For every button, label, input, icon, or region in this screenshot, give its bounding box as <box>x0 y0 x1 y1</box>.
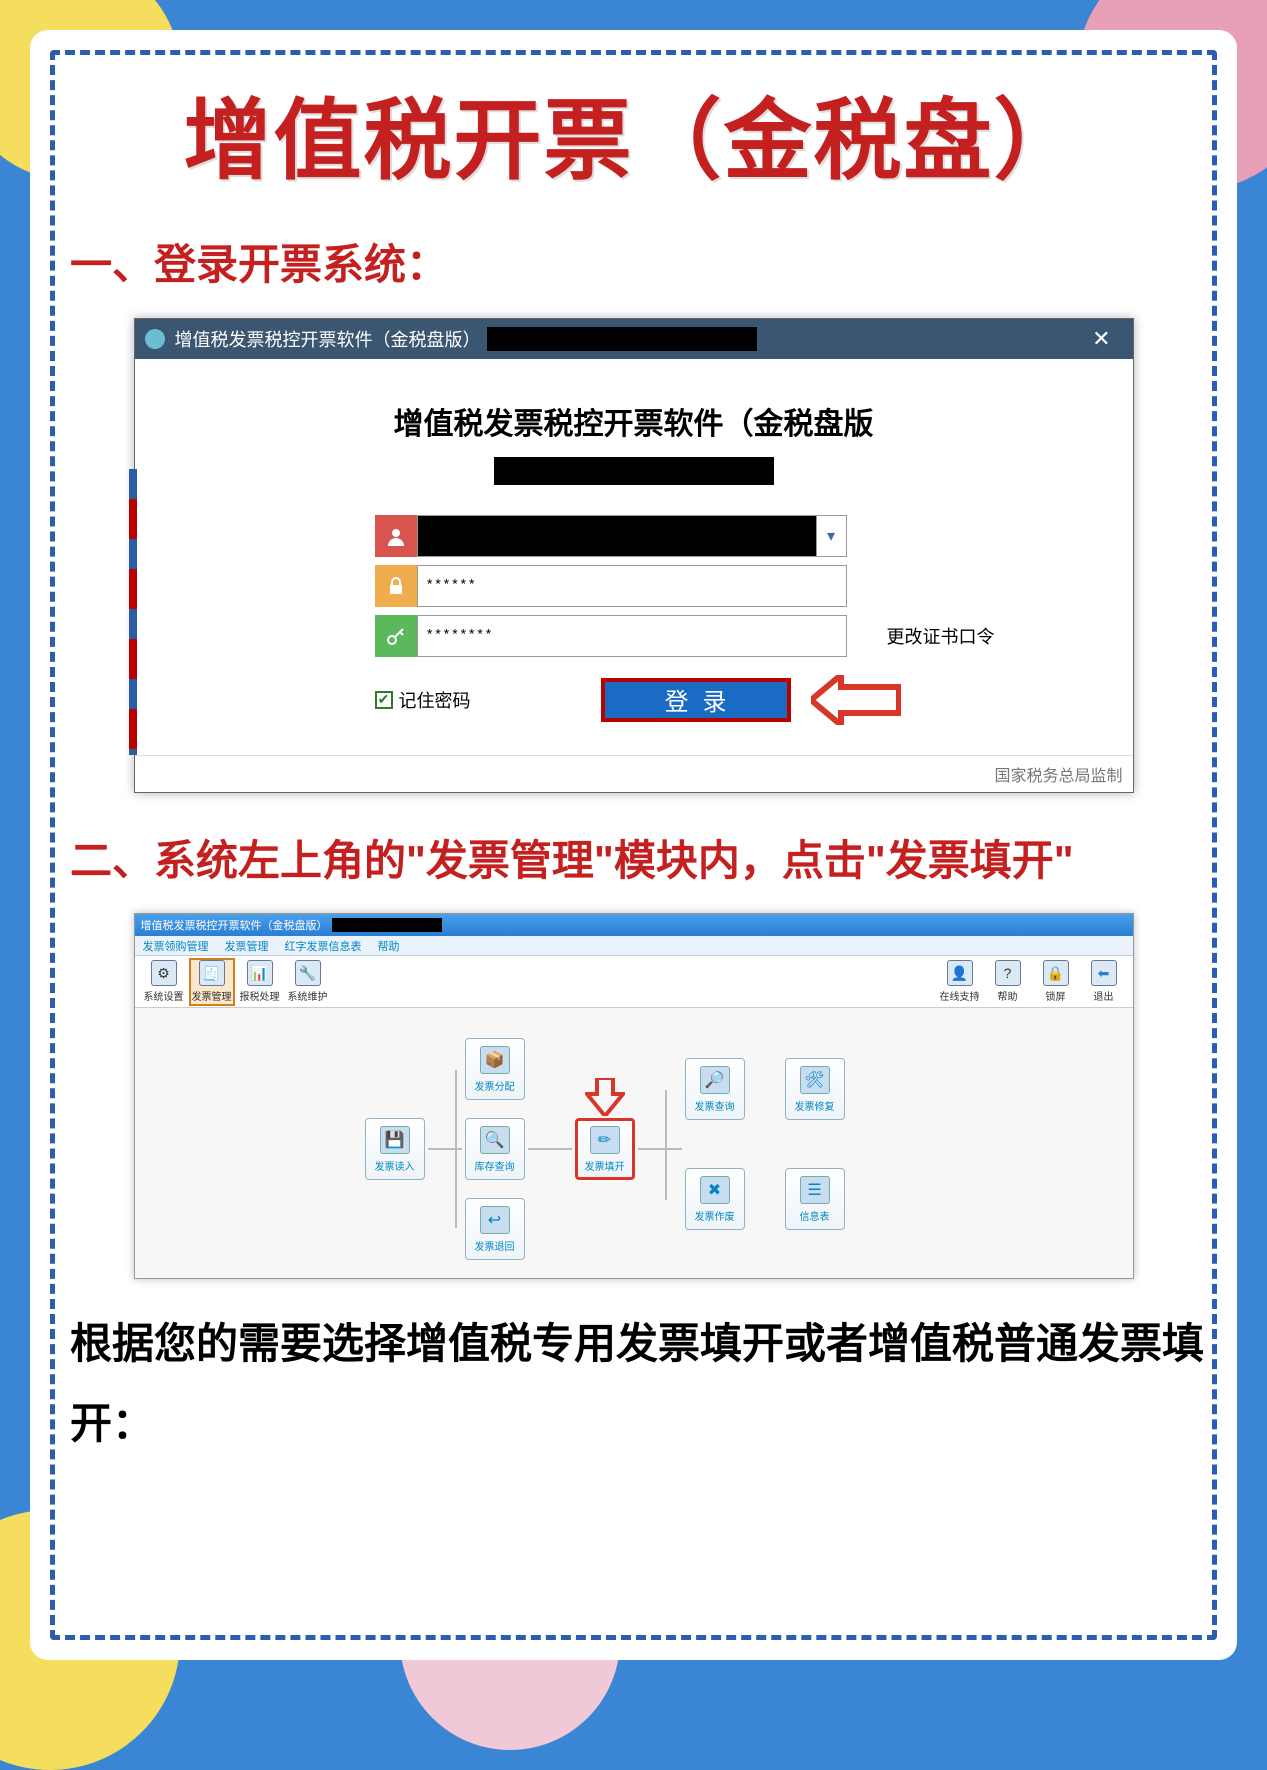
footer-note: 国家税务总局监制 <box>135 755 1133 792</box>
node-invoice-dist[interactable]: 📦发票分配 <box>465 1038 525 1100</box>
toolbar-lock[interactable]: 🔒锁屏 <box>1033 958 1079 1006</box>
body-paragraph: 根据您的需要选择增值税专用发票填开或者增值税普通发票填开： <box>70 1304 1207 1464</box>
menu-item[interactable]: 红字发票信息表 <box>285 938 362 954</box>
node-stock-query[interactable]: 🔍库存查询 <box>465 1118 525 1180</box>
change-cert-link[interactable]: 更改证书口令 <box>887 623 995 649</box>
node-info-table[interactable]: ☰信息表 <box>785 1168 845 1230</box>
module-titlebar: 增值税发票税控开票软件（金税盘版） <box>135 914 1133 936</box>
toolbar-invoice-manage[interactable]: 🧾发票管理 <box>189 958 235 1006</box>
node-invoice-read[interactable]: 💾发票读入 <box>365 1118 425 1180</box>
password-input[interactable] <box>417 565 847 607</box>
node-invoice-void[interactable]: ✖发票作废 <box>685 1168 745 1230</box>
app-logo-icon <box>145 329 165 349</box>
key-icon <box>375 615 417 657</box>
menu-item[interactable]: 帮助 <box>378 938 400 954</box>
node-invoice-query[interactable]: 🔎发票查询 <box>685 1058 745 1120</box>
menu-item[interactable]: 发票领购管理 <box>143 938 209 954</box>
node-invoice-repair[interactable]: 🛠发票修复 <box>785 1058 845 1120</box>
toolbar-tax-process[interactable]: 📊报税处理 <box>237 958 283 1006</box>
toolbar-system-settings[interactable]: ⚙系统设置 <box>141 958 187 1006</box>
lock-icon <box>375 565 417 607</box>
redacted-block <box>487 327 757 351</box>
node-invoice-fill[interactable]: ✏发票填开 <box>575 1118 635 1180</box>
module-window: 增值税发票税控开票软件（金税盘版） 发票领购管理 发票管理 红字发票信息表 帮助… <box>134 913 1134 1279</box>
remember-label: 记住密码 <box>399 687 471 713</box>
login-heading: 增值税发票税控开票软件（金税盘版 <box>165 399 1103 443</box>
cert-input[interactable] <box>417 615 847 657</box>
window-titlebar: 增值税发票税控开票软件（金税盘版） ✕ <box>135 319 1133 359</box>
remember-checkbox[interactable]: ✔ <box>375 691 393 709</box>
user-icon <box>375 515 417 557</box>
password-row <box>375 565 1103 607</box>
arrow-down-icon <box>585 1078 625 1116</box>
section-heading-1: 一、登录开票系统： <box>70 227 1207 303</box>
section-heading-2: 二、系统左上角的"发票管理"模块内，点击"发票填开" <box>70 823 1207 899</box>
toolbar-help[interactable]: ?帮助 <box>985 958 1031 1006</box>
arrow-left-icon <box>811 675 901 725</box>
username-input[interactable] <box>417 515 817 557</box>
content-card: 增值税开票（金税盘） 一、登录开票系统： 增值税发票税控开票软件（金税盘版） ✕… <box>30 30 1237 1660</box>
module-canvas: 💾发票读入 📦发票分配 🔍库存查询 ↩发票退回 ✏发票填开 🔎发票查询 ✖发票作… <box>135 1008 1133 1278</box>
redacted-block <box>332 918 442 932</box>
decor-strip <box>129 469 137 755</box>
toolbar-exit[interactable]: ⬅退出 <box>1081 958 1127 1006</box>
toolbar-system-maint[interactable]: 🔧系统维护 <box>285 958 331 1006</box>
window-title: 增值税发票税控开票软件（金税盘版） <box>175 326 481 352</box>
cert-row: 更改证书口令 <box>375 615 1103 657</box>
dropdown-icon[interactable]: ▾ <box>817 515 847 557</box>
page-title: 增值税开票（金税盘） <box>60 70 1207 197</box>
node-invoice-return[interactable]: ↩发票退回 <box>465 1198 525 1260</box>
login-window: 增值税发票税控开票软件（金税盘版） ✕ 增值税发票税控开票软件（金税盘版 ▾ <box>134 318 1134 793</box>
module-menu: 发票领购管理 发票管理 红字发票信息表 帮助 <box>135 936 1133 956</box>
toolbar-online-support[interactable]: 👤在线支持 <box>937 958 983 1006</box>
username-row: ▾ <box>375 515 1103 557</box>
close-icon[interactable]: ✕ <box>1080 326 1122 352</box>
redacted-block <box>494 457 774 485</box>
menu-item[interactable]: 发票管理 <box>225 938 269 954</box>
module-title: 增值税发票税控开票软件（金税盘版） <box>141 917 328 933</box>
login-button[interactable]: 登录 <box>601 678 791 722</box>
module-toolbar: ⚙系统设置 🧾发票管理 📊报税处理 🔧系统维护 👤在线支持 ?帮助 🔒锁屏 ⬅退… <box>135 956 1133 1008</box>
